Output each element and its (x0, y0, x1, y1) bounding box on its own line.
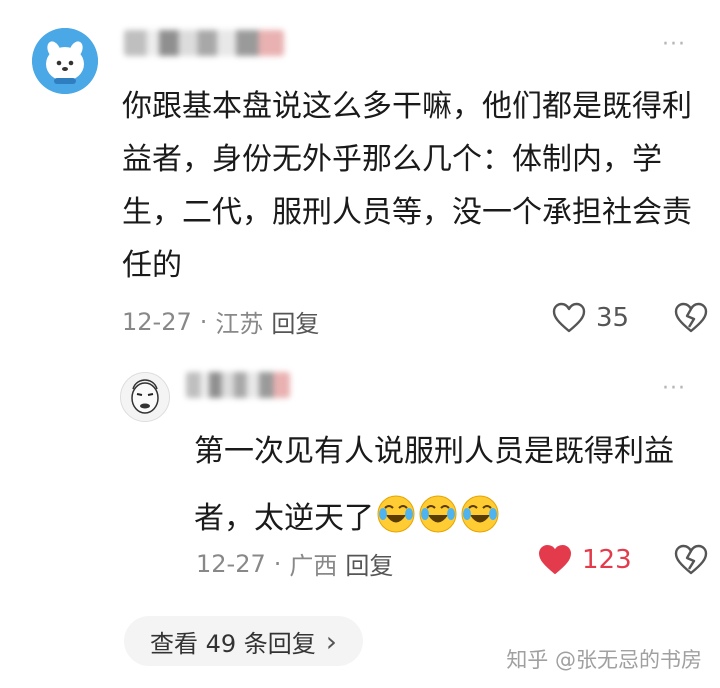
broken-heart-icon (674, 302, 708, 333)
like-button[interactable]: 35 (552, 302, 629, 334)
reply-meta: 12-27 · 广西 回复 (196, 546, 393, 581)
heart-filled-icon (539, 545, 571, 574)
chevron-right-icon: › (325, 624, 337, 658)
meta-separator: · (199, 307, 208, 336)
laugh-cry-emoji-icon (419, 495, 457, 533)
commenter-avatar[interactable] (32, 28, 98, 94)
more-options-icon[interactable]: ··· (662, 32, 686, 57)
like-count: 123 (582, 545, 632, 575)
broken-heart-icon (674, 544, 708, 575)
view-replies-label: 查看 49 条回复 (150, 629, 316, 658)
comment-date: 12-27 (122, 307, 192, 336)
meta-separator: · (273, 549, 282, 578)
dislike-button[interactable] (674, 544, 708, 580)
like-button[interactable]: 123 (538, 544, 632, 576)
comment-meta: 12-27 · 江苏 回复 (122, 304, 319, 339)
replier-avatar[interactable] (120, 372, 170, 422)
laugh-cry-emoji-icon (377, 495, 415, 533)
watermark: 知乎 @张无忌的书房 (506, 648, 702, 672)
comment-text: 你跟基本盘说这么多干嘛，他们都是既得利益者，身份无外乎那么几个：体制内，学生，二… (122, 89, 692, 283)
emoji-group (374, 495, 500, 536)
more-options-icon[interactable]: ··· (662, 376, 686, 401)
dislike-button[interactable] (674, 302, 708, 338)
reply-button[interactable]: 回复 (345, 546, 393, 581)
comment-location: 江苏 (215, 310, 264, 338)
heart-outline-icon (552, 302, 586, 333)
reply-date: 12-27 (196, 549, 266, 578)
laugh-cry-emoji-icon (461, 495, 499, 533)
username-blurred[interactable] (186, 372, 290, 398)
reply-location: 广西 (289, 552, 338, 580)
view-replies-button[interactable]: 查看 49 条回复 › (124, 616, 363, 666)
username-blurred[interactable] (124, 30, 284, 56)
reply-button[interactable]: 回复 (271, 304, 319, 339)
reply-text: 第一次见有人说服刑人员是既得利益者，太逆天了 (194, 418, 704, 552)
like-count: 35 (596, 303, 630, 333)
